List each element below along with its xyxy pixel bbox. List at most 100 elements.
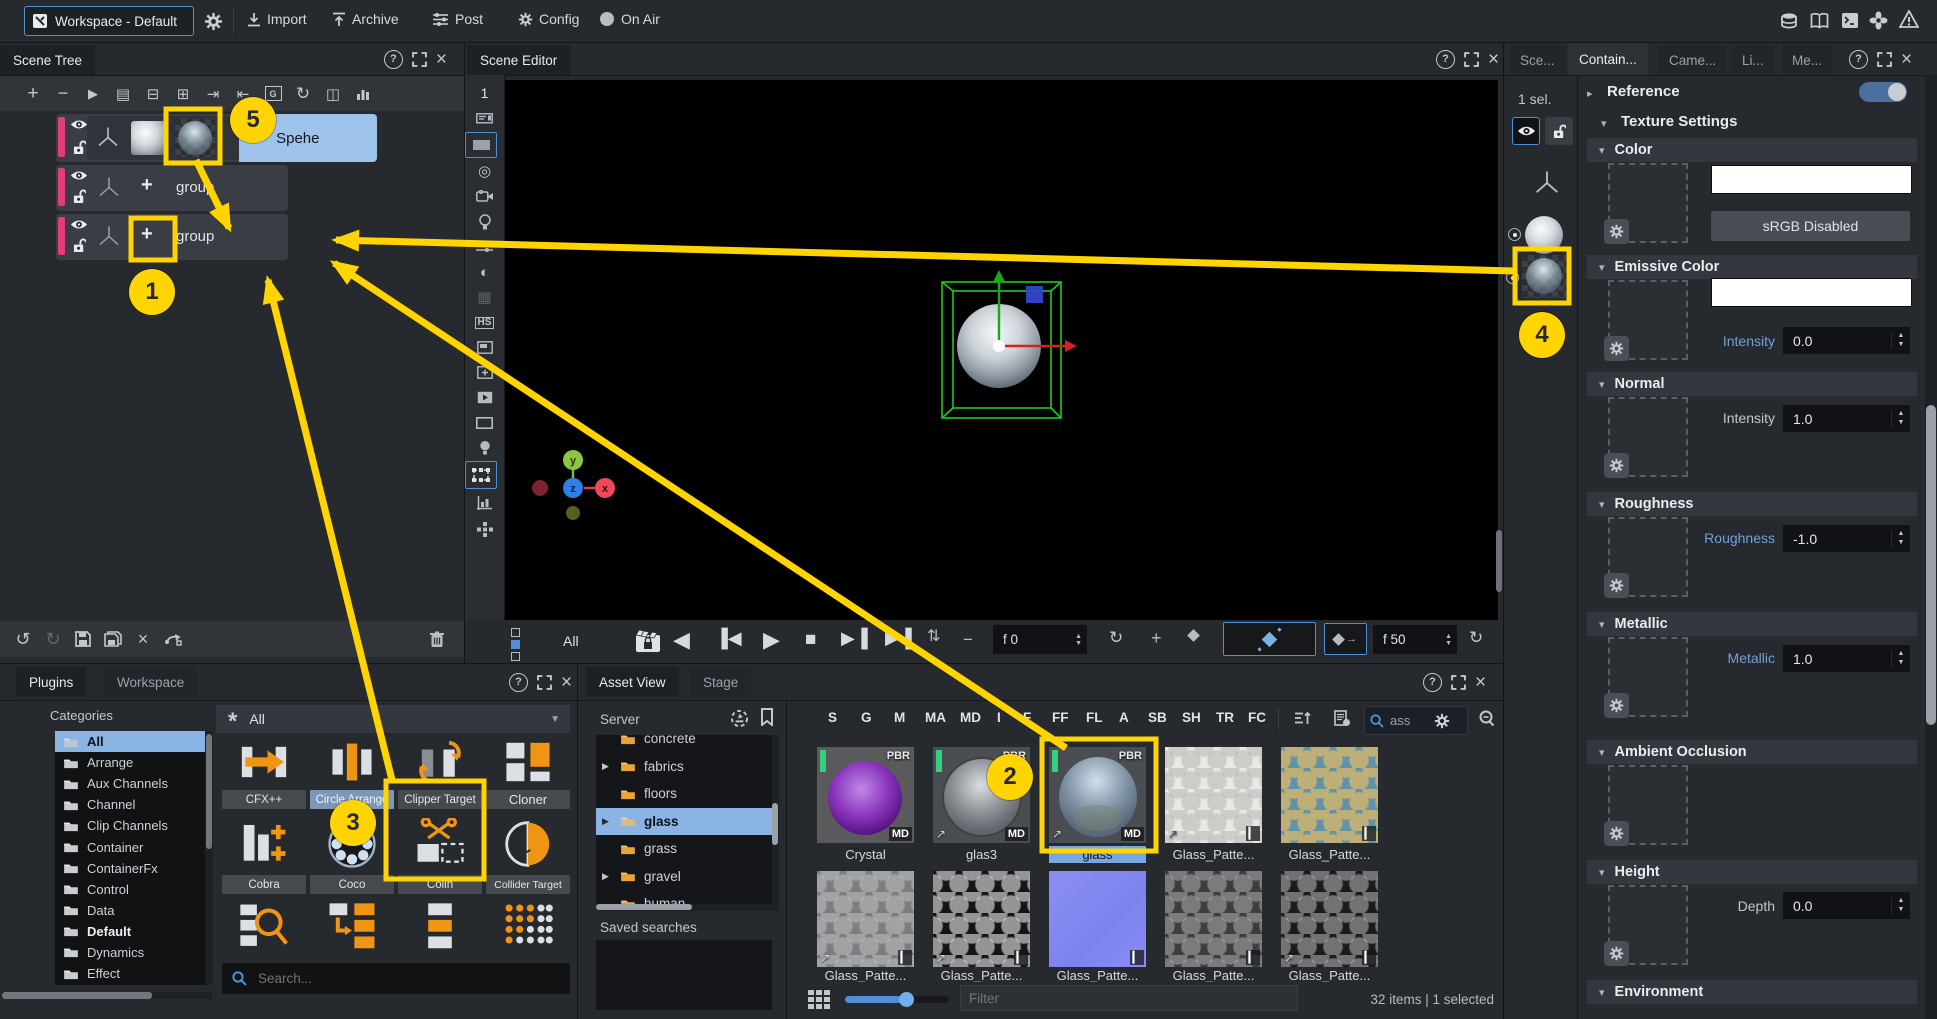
- reference-toggle[interactable]: [1859, 82, 1907, 102]
- plugin-icon-cloner[interactable]: [492, 738, 564, 786]
- add-view-icon[interactable]: [465, 360, 504, 385]
- category-item-all[interactable]: All: [55, 731, 205, 752]
- contrast-icon[interactable]: ◐: [465, 260, 504, 285]
- plugin-icon-clipper-target[interactable]: [404, 738, 476, 786]
- close-icon[interactable]: [1475, 673, 1486, 692]
- folder-item-gravel[interactable]: ▶gravel: [596, 863, 772, 891]
- emissive-intensity-spinner[interactable]: 0.0 ▲▼: [1783, 327, 1910, 354]
- type-filter-md[interactable]: MD: [960, 710, 981, 725]
- roughness-spinner[interactable]: -1.0 ▲▼: [1783, 525, 1910, 552]
- jump-end-icon[interactable]: ▶▐: [885, 629, 912, 647]
- validate-icon[interactable]: [78, 81, 108, 107]
- archive-button[interactable]: Archive: [332, 11, 399, 27]
- category-item[interactable]: Container: [55, 836, 205, 857]
- scrollbar-thumb[interactable]: [1496, 530, 1502, 592]
- metallic-spinner[interactable]: 1.0 ▲▼: [1783, 645, 1910, 672]
- asset-thumbnail-pattern-black[interactable]: ▎: [933, 871, 1030, 967]
- category-item[interactable]: Control: [55, 879, 205, 900]
- type-filter-f[interactable]: F: [1023, 710, 1031, 725]
- maximize-icon[interactable]: [412, 50, 427, 69]
- lighting-icon[interactable]: [465, 209, 504, 235]
- close-icon[interactable]: [1488, 50, 1499, 69]
- srgb-button[interactable]: sRGB Disabled: [1711, 211, 1910, 241]
- sort-icon[interactable]: [1294, 711, 1312, 726]
- bounds-icon[interactable]: [465, 410, 504, 435]
- asset-filter-input[interactable]: [960, 985, 1298, 1011]
- properties-scrollbar[interactable]: [1925, 75, 1937, 1019]
- environment-section-header[interactable]: ▾Environment: [1587, 980, 1917, 1004]
- tree-row-sphere[interactable]: + Spehe: [56, 114, 377, 162]
- plugin-filter-dropdown[interactable]: * All ▼: [216, 705, 570, 733]
- tab-plugins[interactable]: Plugins: [16, 667, 86, 697]
- database-icon[interactable]: [1780, 12, 1798, 30]
- save-all-icon[interactable]: [98, 626, 128, 652]
- redo-icon[interactable]: [38, 626, 68, 652]
- material-glass-thumbnail[interactable]: [175, 119, 215, 157]
- jump-start-icon[interactable]: ▐◀: [715, 629, 742, 647]
- visibility-eye-icon[interactable]: [70, 170, 88, 181]
- type-filter-sb[interactable]: SB: [1148, 710, 1167, 725]
- texture-gear-icon[interactable]: [1604, 219, 1629, 244]
- roughness-section-header[interactable]: ▾Roughness: [1587, 492, 1917, 516]
- plugin-icon-toggle-list[interactable]: [404, 898, 476, 955]
- type-filter-fl[interactable]: FL: [1086, 710, 1103, 725]
- type-filter-m[interactable]: M: [894, 710, 905, 725]
- tab-asset-view[interactable]: Asset View: [586, 667, 679, 697]
- tab-stage[interactable]: Stage: [690, 667, 751, 697]
- type-filter-ma[interactable]: MA: [925, 710, 946, 725]
- tree-row-group-2[interactable]: + group: [56, 214, 288, 260]
- node-report-icon[interactable]: [108, 81, 138, 107]
- unlock-icon[interactable]: [73, 189, 86, 204]
- loop-icon[interactable]: [1109, 629, 1123, 646]
- expand-tree-icon[interactable]: [168, 81, 198, 107]
- geometry-sphere-thumbnail[interactable]: [131, 121, 165, 155]
- tab-scene[interactable]: Sce...: [1510, 45, 1565, 75]
- metallic-section-header[interactable]: ▾Metallic: [1587, 612, 1917, 636]
- selection-corner-handle[interactable]: [1026, 286, 1043, 303]
- tab-workspace[interactable]: Workspace: [104, 667, 197, 697]
- color-section-header[interactable]: ▾Color: [1587, 138, 1917, 162]
- collapse-tree-icon[interactable]: [138, 81, 168, 107]
- fan-icon[interactable]: [1869, 11, 1888, 30]
- help-icon[interactable]: [509, 673, 528, 692]
- plugin-label-collider-target[interactable]: Collider Target: [486, 875, 570, 894]
- maximize-icon[interactable]: [537, 673, 552, 692]
- categories-list[interactable]: All Arrange Aux Channels Channel Clip Ch…: [55, 731, 205, 985]
- maximize-icon[interactable]: [1877, 50, 1892, 69]
- type-filter-ff[interactable]: FF: [1052, 710, 1069, 725]
- help-icon[interactable]: [1436, 50, 1455, 69]
- type-filter-i[interactable]: I: [997, 710, 1001, 725]
- profiler-icon[interactable]: [465, 490, 504, 516]
- plugin-icon-collider-target[interactable]: [492, 815, 564, 872]
- expand-arrow-icon[interactable]: ▶: [602, 761, 609, 772]
- plugin-label-coco[interactable]: Coco: [310, 875, 394, 894]
- texture-settings-label[interactable]: Texture Settings: [1621, 113, 1737, 130]
- tab-light[interactable]: Li...: [1732, 45, 1774, 75]
- statistics-icon[interactable]: [348, 81, 378, 107]
- category-item[interactable]: Aux Channels: [55, 773, 205, 794]
- search-external-icon[interactable]: [1478, 710, 1495, 727]
- help-icon[interactable]: [384, 50, 403, 69]
- type-filter-g[interactable]: G: [861, 710, 872, 725]
- folder-item-grass[interactable]: grass: [596, 835, 772, 863]
- plugin-icon-dot-matrix[interactable]: [492, 898, 564, 955]
- asset-thumbnail-glass-pattern-1[interactable]: ▎: [1165, 747, 1262, 843]
- depth-spinner[interactable]: 0.0 ▲▼: [1783, 892, 1910, 919]
- viewport[interactable]: y z x: [505, 80, 1498, 620]
- keyframe-mode-button[interactable]: [1223, 622, 1316, 656]
- tab-scene-tree[interactable]: Scene Tree: [0, 45, 95, 75]
- import-button[interactable]: Import: [247, 11, 307, 27]
- display-mode-icon[interactable]: [465, 132, 497, 158]
- play-view-icon[interactable]: [465, 385, 504, 410]
- folder-item-fabrics[interactable]: ▶fabrics: [596, 753, 772, 781]
- terminal-icon[interactable]: [1841, 12, 1859, 29]
- clapper-lock-icon[interactable]: [635, 629, 661, 653]
- close-icon[interactable]: [561, 673, 572, 692]
- layout-icon[interactable]: [318, 81, 348, 107]
- wireframe-grid-icon[interactable]: ▦: [465, 285, 504, 310]
- grid-settings-icon[interactable]: [465, 516, 504, 542]
- slider-knob[interactable]: [899, 992, 914, 1007]
- unlock-icon[interactable]: [73, 238, 86, 253]
- render-options-icon[interactable]: [465, 235, 504, 260]
- collapse-arrow-icon[interactable]: ▸: [1587, 87, 1593, 100]
